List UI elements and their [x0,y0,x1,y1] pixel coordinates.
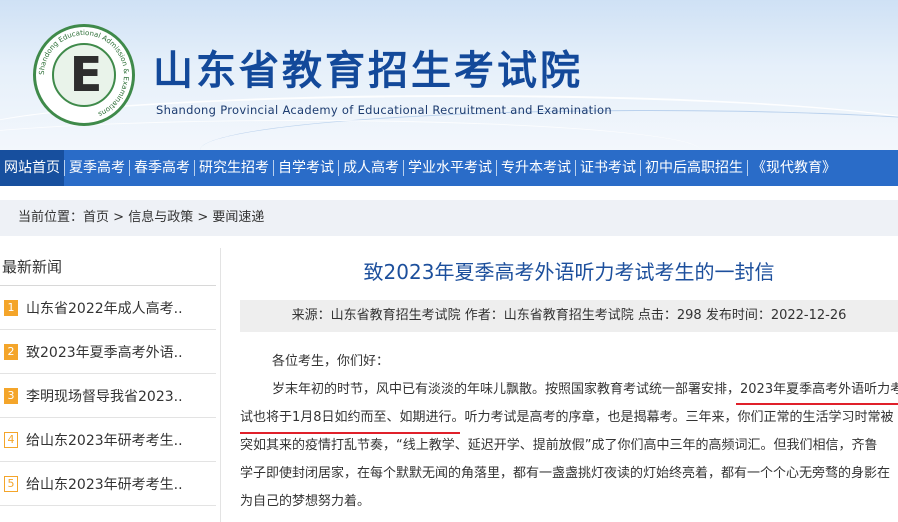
news-item[interactable]: 2 致2023年夏季高考外语.. [0,330,216,374]
nav-item-summer-exam[interactable]: 夏季高考 [65,150,129,186]
article-title: 致2023年夏季高考外语听力考试考生的一封信 [363,260,775,284]
breadcrumb-separator: > [193,210,213,225]
site-title: 山东省教育招生考试院 [153,48,583,94]
news-item-text: 山东省2022年成人高考.. [26,300,183,317]
rank-badge: 3 [4,387,18,404]
news-item-text: 李明现场督导我省2023.. [26,388,183,405]
red-underline-annotation [240,432,460,434]
nav-item-vocational[interactable]: 初中后高职招生 [641,150,747,186]
sidebar-title: 最新新闻 [0,248,216,286]
site-subtitle: Shandong Provincial Academy of Education… [156,103,612,117]
logo-inner-circle: E [52,43,116,107]
sidebar-divider [220,248,221,522]
article-line: 岁末年初的时节，风中已有淡淡的年味儿飘散。按照国家教育考试统一部署安排，2023… [272,382,898,397]
rank-badge: 2 [4,343,18,360]
news-item-text: 致2023年夏季高考外语.. [26,344,183,361]
logo-letter: E [69,47,103,103]
nav-item-certificate[interactable]: 证书考试 [576,150,640,186]
latest-news-sidebar: 最新新闻 1 山东省2022年成人高考.. 2 致2023年夏季高考外语.. 3… [0,248,216,522]
news-item[interactable]: 1 山东省2022年成人高考.. [0,286,216,330]
nav-item-proficiency[interactable]: 学业水平考试 [404,150,496,186]
article-main: 致2023年夏季高考外语听力考试考生的一封信 来源：山东省教育招生考试院 作者：… [240,248,898,522]
nav-item-adult-exam[interactable]: 成人高考 [339,150,403,186]
nav-item-modern-education[interactable]: 《现代教育》 [748,150,840,186]
nav-item-graduate[interactable]: 研究生招考 [195,150,273,186]
rank-badge: 4 [4,431,18,448]
article-line: 突如其来的疫情打乱节奏，“线上教学、延迟开学、提前放假”成了你们高中三年的高频词… [240,438,878,453]
news-item[interactable]: 4 给山东2023年研考考生.. [0,418,216,462]
nav-item-spring-exam[interactable]: 春季高考 [130,150,194,186]
article-meta: 来源：山东省教育招生考试院 作者：山东省教育招生考试院 点击：298 发布时间：… [240,300,898,332]
breadcrumb-prefix: 当前位置： [18,210,84,225]
breadcrumb: 当前位置：首页 > 信息与政策 > 要闻速递 [0,200,898,236]
article-line: 学子即使封闭居家，在每个默默无闻的角落里，都有一盏盏挑灯夜读的灯始终亮着，都有一… [240,466,891,481]
academy-seal-icon[interactable]: Shandong Educational Admission & Examina… [33,24,135,126]
news-item-text: 给山东2023年研考考生.. [26,432,183,449]
breadcrumb-home[interactable]: 首页 [83,210,109,225]
nav-item-upgrade-exam[interactable]: 专升本考试 [497,150,575,186]
site-header: Shandong Educational Admission & Examina… [0,0,898,150]
article-line: 试也将于1月8日如约而至、如期进行。听力考试是高考的序章，也是揭幕考。三年来，你… [240,410,894,425]
news-item[interactable]: 5 给山东2023年研考考生.. [0,462,216,506]
breadcrumb-policy[interactable]: 信息与政策 [128,210,193,225]
article-greeting: 各位考生，你们好： [272,354,390,369]
breadcrumb-separator: > [109,210,129,225]
nav-item-home[interactable]: 网站首页 [0,150,64,186]
breadcrumb-news[interactable]: 要闻速递 [212,210,264,225]
news-item[interactable]: 3 李明现场督导我省2023.. [0,374,216,418]
nav-item-self-study[interactable]: 自学考试 [274,150,338,186]
news-item-text: 给山东2023年研考考生.. [26,476,183,493]
article-line: 为自己的梦想努力着。 [240,494,371,509]
rank-badge: 5 [4,475,18,492]
red-underline-annotation [736,403,898,405]
rank-badge: 1 [4,299,18,316]
main-nav: 网站首页 夏季高考 春季高考 研究生招考 自学考试 成人高考 学业水平考试 专升… [0,150,898,186]
